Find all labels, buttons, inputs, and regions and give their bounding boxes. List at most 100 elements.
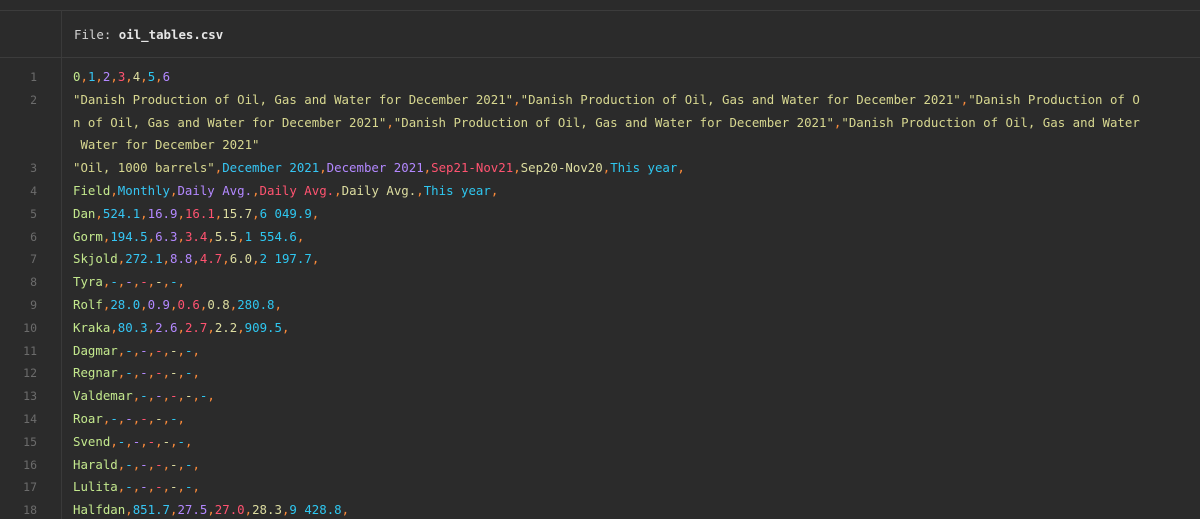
csv-comma: , xyxy=(677,160,685,176)
csv-comma: , xyxy=(185,433,193,449)
csv-field: - xyxy=(125,274,133,290)
csv-comma: , xyxy=(147,228,156,244)
csv-field: 4.7 xyxy=(199,251,223,267)
csv-comma: , xyxy=(222,251,230,267)
csv-field: 16.1 xyxy=(184,205,215,221)
csv-comma: , xyxy=(177,205,185,221)
csv-field: - xyxy=(140,365,148,381)
line-text: Gorm,194.5,6.3,3.4,5.5,1 554.6, xyxy=(73,226,304,249)
line-number: 8 xyxy=(30,275,37,290)
csv-comma: , xyxy=(140,296,148,312)
csv-field: Monthly xyxy=(117,182,170,198)
csv-comma: , xyxy=(80,69,88,84)
csv-comma: , xyxy=(147,319,156,335)
csv-field: "Danish Production of O xyxy=(968,91,1140,107)
csv-comma: , xyxy=(319,160,327,176)
line-number: 10 xyxy=(23,320,37,335)
csv-field: Gorm xyxy=(73,228,103,244)
line-number: 3 xyxy=(30,161,37,176)
csv-comma: , xyxy=(147,456,156,472)
csv-field: 15.7 xyxy=(222,205,253,221)
code-line: 16 Harald,-,-,-,-,-, xyxy=(0,454,1200,477)
code-area[interactable]: 1 0,1,2,3,4,5,6 2 "Danish Production of Oil… xyxy=(0,66,1200,519)
csv-field: Rolf xyxy=(73,296,103,312)
line-number: 14 xyxy=(23,411,37,426)
code-line: 2 "Danish Production of Oil, Gas and Wate… xyxy=(0,89,1200,157)
code-line: 10 Kraka,80.3,2.6,2.7,2.2,909.5, xyxy=(0,317,1200,340)
csv-field: 80.3 xyxy=(117,319,148,335)
csv-field: Lulita xyxy=(73,479,118,495)
csv-comma: , xyxy=(207,228,215,244)
line-number: 1 xyxy=(30,70,37,84)
code-line: 1 0,1,2,3,4,5,6 xyxy=(0,66,1200,89)
file-header: File: oil_tables.csv xyxy=(0,11,1200,55)
csv-comma: , xyxy=(192,456,200,472)
csv-field: 0.8 xyxy=(207,296,230,312)
csv-comma: , xyxy=(192,342,200,358)
csv-field: "Oil, 1000 barrels" xyxy=(73,160,215,176)
csv-field: - xyxy=(140,410,148,426)
code-line: 11 Dagmar,-,-,-,-,-, xyxy=(0,340,1200,363)
csv-field: Dagmar xyxy=(73,342,118,358)
csv-field: This year xyxy=(610,160,678,176)
csv-field: - xyxy=(140,388,148,404)
line-number: 2 xyxy=(30,92,37,107)
csv-field: - xyxy=(110,274,118,290)
csv-comma: , xyxy=(162,365,171,381)
csv-field: - xyxy=(155,410,163,426)
csv-comma: , xyxy=(416,182,424,198)
code-line: 14 Roar,-,-,-,-,-, xyxy=(0,408,1200,431)
line-number: 9 xyxy=(30,297,37,312)
csv-comma: , xyxy=(311,205,320,221)
csv-comma: , xyxy=(192,479,200,495)
csv-comma: , xyxy=(147,365,156,381)
line-text: Lulita,-,-,-,-,-, xyxy=(73,476,200,499)
csv-field: Water for December 2021" xyxy=(73,137,260,153)
csv-comma: , xyxy=(155,433,163,449)
csv-comma: , xyxy=(162,251,171,267)
csv-field: - xyxy=(147,433,156,449)
line-text: Skjold,272.1,8.8,4.7,6.0,2 197.7, xyxy=(73,248,319,271)
csv-comma: , xyxy=(177,410,185,426)
csv-comma: , xyxy=(274,296,282,312)
csv-comma: , xyxy=(147,274,156,290)
csv-comma: , xyxy=(162,479,171,495)
csv-field: 524.1 xyxy=(102,205,141,221)
csv-field: n of Oil, Gas and Water for December 202… xyxy=(73,114,387,130)
csv-comma: , xyxy=(244,502,253,518)
csv-comma: , xyxy=(311,251,320,267)
line-text: Halfdan,851.7,27.5,27.0,28.3,9 428.8, xyxy=(73,499,349,519)
csv-field: - xyxy=(155,479,163,495)
csv-comma: , xyxy=(207,388,215,404)
csv-comma: , xyxy=(207,502,215,518)
csv-field: 194.5 xyxy=(110,228,148,244)
line-number: 6 xyxy=(30,229,37,244)
csv-field: - xyxy=(125,410,133,426)
line-text: 0,1,2,3,4,5,6 xyxy=(73,66,170,89)
csv-field: - xyxy=(140,479,148,495)
code-line: 17 Lulita,-,-,-,-,-, xyxy=(0,476,1200,499)
csv-comma: , xyxy=(296,228,305,244)
code-line: 6 Gorm,194.5,6.3,3.4,5.5,1 554.6, xyxy=(0,226,1200,249)
csv-comma: , xyxy=(177,274,185,290)
csv-field: Skjold xyxy=(73,251,118,267)
csv-comma: , xyxy=(125,502,133,518)
csv-field: - xyxy=(155,388,163,404)
line-number: 15 xyxy=(23,434,37,449)
csv-field: "Danish Production of Oil, Gas and Water… xyxy=(393,114,834,130)
csv-field: Valdemar xyxy=(73,388,133,404)
csv-field: 28.3 xyxy=(252,502,282,518)
csv-comma: , xyxy=(110,433,118,449)
csv-field: 2.2 xyxy=(214,319,238,335)
csv-field: - xyxy=(170,456,178,472)
code-line: 4 Field,Monthly,Daily Avg.,Daily Avg.,Dai… xyxy=(0,180,1200,203)
csv-field: - xyxy=(125,342,133,358)
line-text: n of Oil, Gas and Water for December 202… xyxy=(73,112,1140,135)
csv-comma: , xyxy=(341,502,350,518)
csv-field: Halfdan xyxy=(73,502,126,518)
csv-field: - xyxy=(125,456,133,472)
csv-field: 8.8 xyxy=(170,251,193,267)
code-line: 3 "Oil, 1000 barrels",December 2021,Decem… xyxy=(0,157,1200,180)
code-line: 9 Rolf,28.0,0.9,0.6,0.8,280.8, xyxy=(0,294,1200,317)
csv-field: - xyxy=(155,274,163,290)
